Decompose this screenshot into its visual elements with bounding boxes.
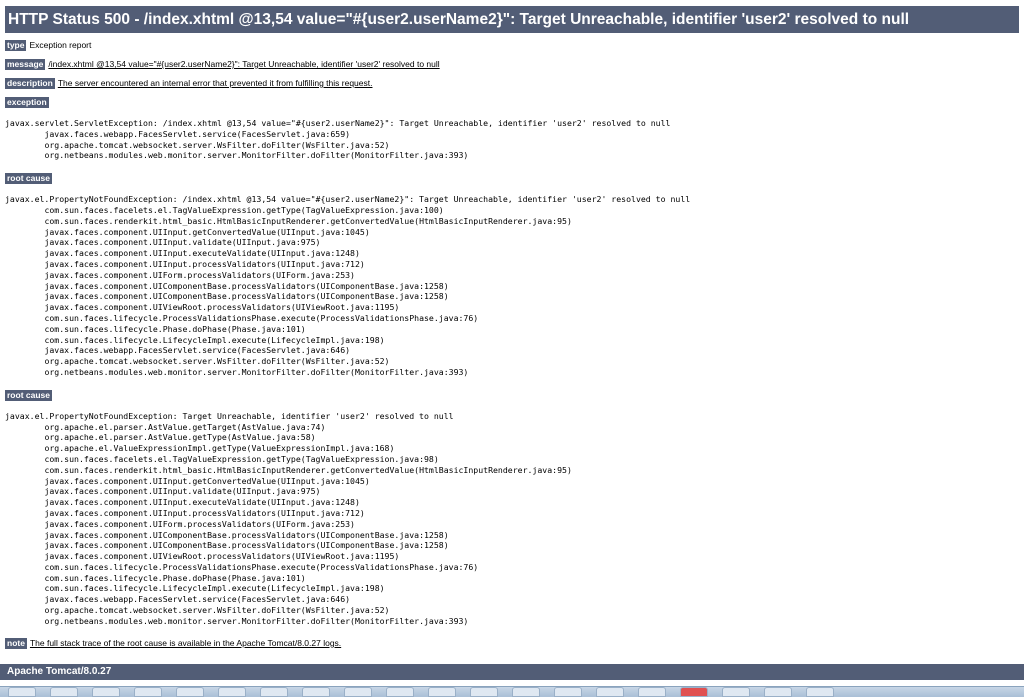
root-cause-row-1: root cause: [5, 172, 1019, 185]
description-row: description The server encountered an int…: [5, 77, 1019, 89]
type-row: type Exception report: [5, 39, 1019, 51]
os-taskbar: [0, 686, 1024, 697]
exception-row: exception: [5, 96, 1019, 108]
root-cause-row-2: root cause: [5, 389, 1019, 401]
type-value: Exception report: [29, 40, 92, 50]
root-cause-label-2: root cause: [5, 389, 52, 401]
note-row: note The full stack trace of the root cau…: [5, 637, 1019, 649]
type-label: type: [5, 40, 27, 51]
message-value: /index.xhtml @13,54 value="#{user2.userN…: [48, 59, 440, 69]
page-title: HTTP Status 500 - /index.xhtml @13,54 va…: [5, 6, 1019, 33]
exception-label: exception: [5, 97, 49, 108]
root-cause-trace-2: javax.el.PropertyNotFoundException: Targ…: [5, 410, 572, 626]
note-value: The full stack trace of the root cause i…: [29, 637, 342, 648]
error-page: HTTP Status 500 - /index.xhtml @13,54 va…: [0, 0, 1024, 649]
root-cause-trace-1: javax.el.PropertyNotFoundException: /ind…: [5, 194, 691, 377]
root-cause-label-1: root cause: [5, 173, 52, 185]
message-row: message/index.xhtml @13,54 value="#{user…: [5, 58, 1019, 70]
description-label: description: [5, 78, 55, 89]
server-footer: Apache Tomcat/8.0.27: [0, 664, 1024, 680]
note-label: note: [5, 637, 27, 649]
exception-trace: javax.servlet.ServletException: /index.x…: [5, 118, 671, 161]
description-value: The server encountered an internal error…: [57, 78, 373, 88]
message-label: message: [5, 59, 46, 70]
